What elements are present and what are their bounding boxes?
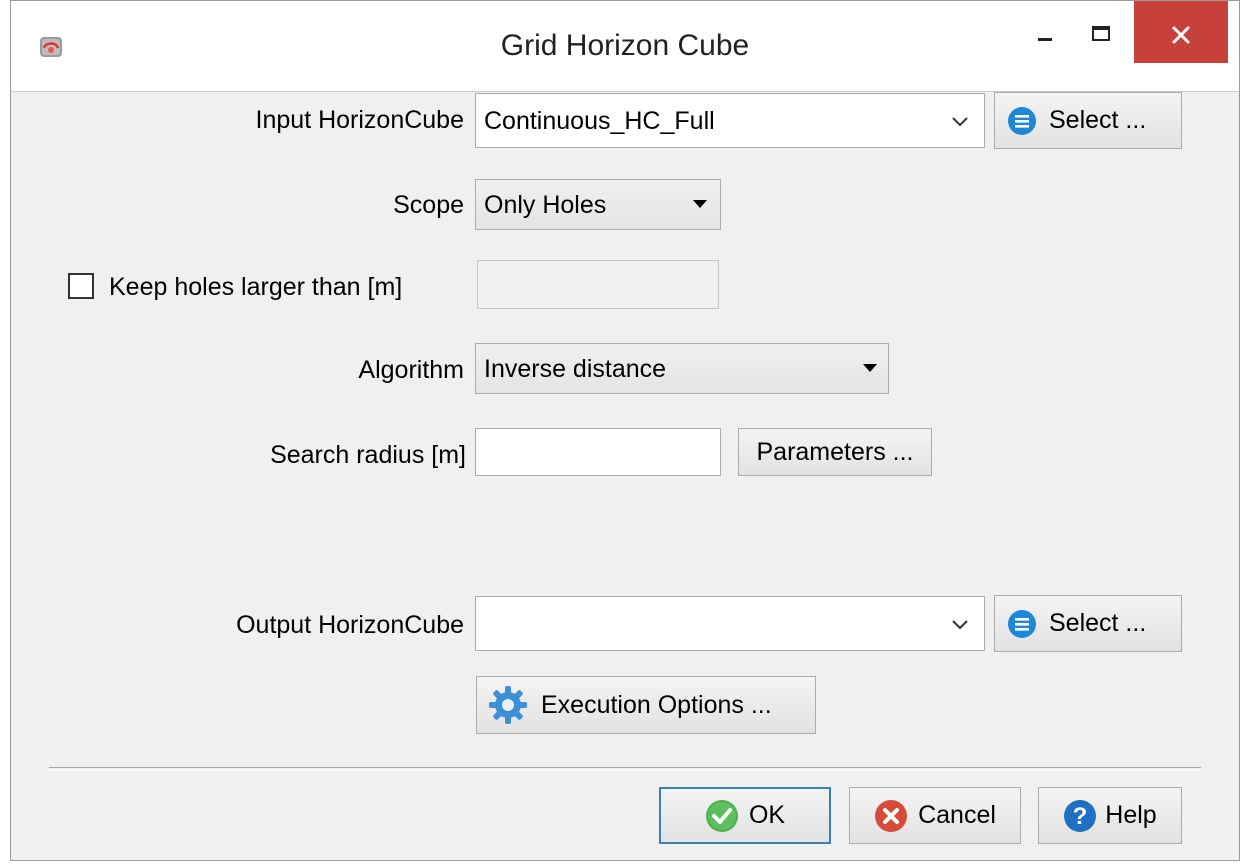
separator [49,767,1201,771]
help-label: Help [1105,801,1157,829]
ok-button[interactable]: OK [659,787,831,844]
dialog-body: Input HorizonCube Continuous_HC_Full Sel… [11,91,1239,860]
input-horizoncube-combo[interactable]: Continuous_HC_Full [475,93,985,148]
output-horizoncube-combo[interactable] [475,596,985,651]
parameters-label: Parameters ... [756,437,914,466]
input-select-label: Select ... [1049,106,1147,134]
execution-options-button[interactable]: Execution Options ... [476,676,816,734]
chevron-down-icon[interactable] [951,619,969,631]
list-icon [1008,609,1036,638]
scope-label: Scope [393,191,464,219]
algorithm-dropdown[interactable]: Inverse distance [475,343,889,394]
dialog-window: Grid Horizon Cube Input HorizonCube Cont… [10,0,1240,861]
close-icon [1172,26,1190,44]
search-radius-input[interactable] [475,428,721,476]
scope-value: Only Holes [484,191,607,219]
output-select-label: Select ... [1049,609,1147,637]
algorithm-label: Algorithm [358,356,464,384]
maximize-icon [1092,26,1110,41]
help-button[interactable]: ? Help [1038,787,1182,844]
ok-label: OK [748,801,786,829]
input-select-button[interactable]: Select ... [994,92,1182,149]
parameters-button[interactable]: Parameters ... [738,428,932,476]
keep-holes-input [477,260,719,309]
close-button[interactable] [1134,1,1228,63]
cancel-button[interactable]: Cancel [849,787,1021,844]
gear-icon [489,686,527,724]
list-icon [1008,106,1036,135]
maximize-button[interactable] [1071,1,1129,63]
search-radius-label: Search radius [m] [270,441,466,469]
minimize-button[interactable] [1021,1,1069,63]
svg-text:?: ? [1073,803,1088,830]
algorithm-value: Inverse distance [484,355,667,383]
title-bar: Grid Horizon Cube [11,1,1239,91]
caret-down-icon [863,364,877,372]
output-select-button[interactable]: Select ... [994,595,1182,652]
chevron-down-icon[interactable] [951,116,969,128]
keep-holes-label: Keep holes larger than [m] [109,273,403,301]
input-horizoncube-value: Continuous_HC_Full [484,107,715,135]
help-icon: ? [1064,799,1097,832]
minimize-icon [1038,38,1052,41]
input-horizoncube-label: Input HorizonCube [255,106,464,134]
cancel-label: Cancel [918,801,996,829]
keep-holes-checkbox[interactable] [68,273,94,299]
execution-options-label: Execution Options ... [541,690,772,719]
caret-down-icon [693,200,707,208]
output-horizoncube-label: Output HorizonCube [236,611,464,639]
checkmark-icon [705,799,738,832]
scope-dropdown[interactable]: Only Holes [475,179,721,230]
cancel-icon [875,799,908,832]
